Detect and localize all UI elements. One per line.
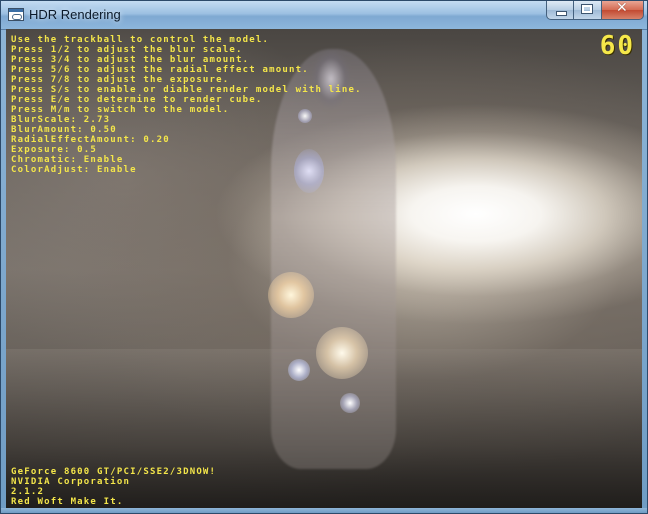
maximize-button[interactable] bbox=[574, 1, 602, 20]
hud-param-chromatic: Chromatic: Enable bbox=[11, 155, 124, 165]
specular-highlight bbox=[340, 393, 360, 413]
hud-param-color-adjust: ColorAdjust: Enable bbox=[11, 165, 137, 175]
window-title: HDR Rendering bbox=[29, 7, 121, 22]
hud-instruction-line: Use the trackball to control the model. bbox=[11, 35, 270, 45]
hud-instruction-line: Press M/m to switch to the model. bbox=[11, 105, 230, 115]
minimize-button[interactable] bbox=[546, 1, 574, 20]
specular-highlight bbox=[316, 327, 368, 379]
gpu-vendor: NVIDIA Corporation bbox=[11, 477, 131, 487]
minimize-icon bbox=[556, 11, 567, 16]
app-window-icon[interactable] bbox=[8, 8, 24, 21]
instructions-overlay: Use the trackball to control the model. … bbox=[11, 35, 362, 175]
fps-counter: 60 bbox=[599, 31, 635, 61]
app-window: HDR Rendering ✕ Use the trackball to con… bbox=[0, 0, 648, 514]
hud-instruction-line: Press 7/8 to adjust the exposure. bbox=[11, 75, 230, 85]
specular-highlight bbox=[288, 359, 310, 381]
hud-instruction-line: Press E/e to determine to render cube. bbox=[11, 95, 263, 105]
hud-instruction-line: Press S/s to enable or diable render mod… bbox=[11, 85, 362, 95]
close-button[interactable]: ✕ bbox=[602, 0, 644, 20]
hud-param-radial-effect: RadialEffectAmount: 0.20 bbox=[11, 135, 170, 145]
hud-instruction-line: Press 5/6 to adjust the radial effect am… bbox=[11, 65, 309, 75]
close-icon: ✕ bbox=[616, 0, 628, 16]
hud-instruction-line: Press 3/4 to adjust the blur amount. bbox=[11, 55, 250, 65]
gpu-renderer: GeForce 8600 GT/PCI/SSE2/3DNOW! bbox=[11, 467, 217, 477]
window-bottom-border bbox=[1, 508, 647, 513]
hud-param-exposure: Exposure: 0.5 bbox=[11, 145, 98, 155]
maximize-icon bbox=[581, 4, 593, 14]
renderer-info-overlay: GeForce 8600 GT/PCI/SSE2/3DNOW! NVIDIA C… bbox=[11, 467, 216, 507]
specular-highlight bbox=[268, 272, 314, 318]
hud-param-blur-scale: BlurScale: 2.73 bbox=[11, 115, 111, 125]
render-viewport[interactable]: Use the trackball to control the model. … bbox=[6, 29, 642, 510]
hud-instruction-line: Press 1/2 to adjust the blur scale. bbox=[11, 45, 243, 55]
author-credit: Red Woft Make It. bbox=[11, 497, 124, 507]
title-bar[interactable]: HDR Rendering ✕ bbox=[1, 0, 647, 30]
hud-param-blur-amount: BlurAmount: 0.50 bbox=[11, 125, 117, 135]
gl-version: 2.1.2 bbox=[11, 487, 45, 497]
